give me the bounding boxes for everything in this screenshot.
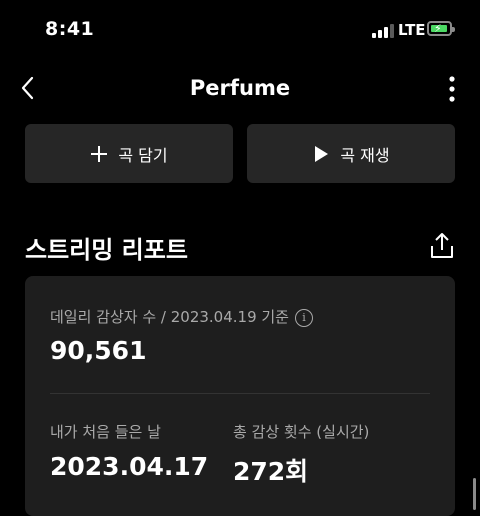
signal-icon — [372, 24, 394, 38]
play-icon — [315, 145, 329, 162]
first-listen-label: 내가 처음 들은 날 — [50, 423, 161, 441]
daily-listeners-value: 90,561 — [50, 336, 147, 365]
daily-listeners-label: 데일리 감상자 수 / 2023.04.19 기준 — [50, 308, 289, 326]
total-plays-value: 272회 — [233, 457, 309, 486]
plus-icon — [91, 145, 108, 162]
divider — [50, 393, 430, 394]
scrollbar[interactable] — [473, 478, 476, 510]
streaming-report-card: 데일리 감상자 수 / 2023.04.19 기준 i 90,561 내가 처음 … — [25, 276, 455, 516]
add-song-label: 곡 담기 — [118, 145, 168, 165]
network-type: LTE — [398, 21, 426, 39]
nav-bar: Perfume — [0, 66, 480, 112]
more-icon[interactable] — [440, 74, 464, 104]
battery-icon: ⚡ — [427, 21, 455, 36]
section-title: 스트리밍 리포트 — [25, 236, 188, 264]
status-bar: 8:41 LTE ⚡ — [0, 0, 480, 60]
first-listen-value: 2023.04.17 — [50, 452, 209, 481]
info-icon[interactable]: i — [294, 308, 313, 327]
play-song-button[interactable]: 곡 재생 — [247, 124, 455, 183]
charging-icon: ⚡ — [434, 22, 442, 35]
play-song-label: 곡 재생 — [340, 145, 390, 165]
page-title: Perfume — [189, 76, 291, 100]
daily-listeners-label-row: 데일리 감상자 수 / 2023.04.19 기준 i — [50, 306, 313, 327]
status-time: 8:41 — [45, 18, 95, 40]
add-song-button[interactable]: 곡 담기 — [25, 124, 233, 183]
share-icon[interactable] — [429, 232, 455, 260]
total-plays-label: 총 감상 횟수 (실시간) — [233, 423, 370, 441]
